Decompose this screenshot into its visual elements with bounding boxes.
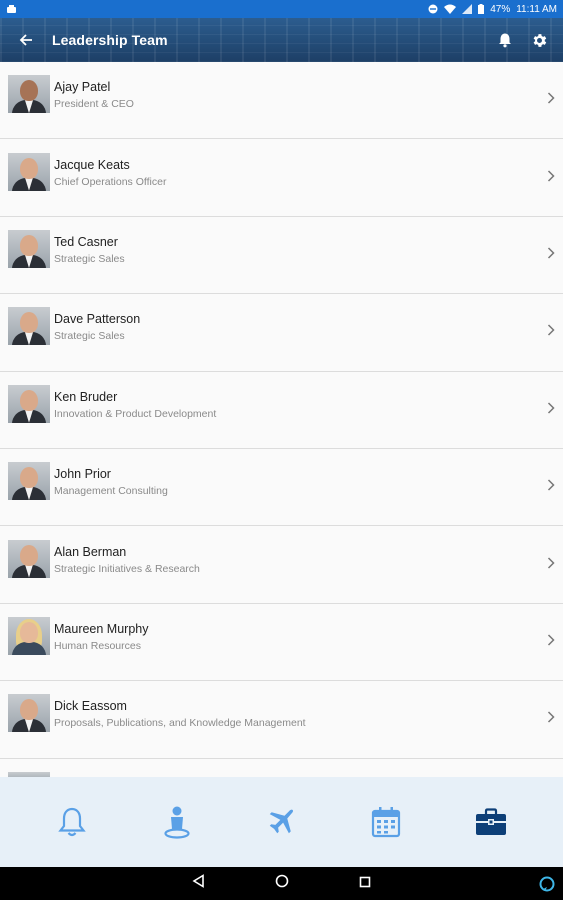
calendar-icon[interactable] (366, 802, 406, 842)
avatar (8, 229, 50, 268)
leader-role: Innovation & Product Development (54, 407, 217, 420)
leader-name: Alan Berman (54, 544, 127, 559)
briefcase-icon[interactable] (471, 802, 511, 842)
leader-name: Dick Eassom (54, 699, 127, 714)
list-item[interactable]: Maureen Murphy Human Resources (0, 603, 563, 682)
status-bar: 47% 11:11 AM (0, 0, 563, 18)
recents-square-icon[interactable] (359, 875, 371, 893)
avatar (8, 616, 50, 655)
bell-icon[interactable] (52, 802, 92, 842)
leader-role: Strategic Sales (54, 252, 125, 265)
leader-role: Management Consulting (54, 485, 168, 498)
leader-role: Strategic Sales (54, 330, 125, 343)
chevron-right-icon (547, 246, 555, 264)
avatar (8, 384, 50, 423)
avatar (8, 75, 50, 114)
leader-name: Dave Patterson (54, 312, 141, 327)
airplane-icon[interactable] (261, 802, 301, 842)
list-item[interactable]: Ajay Patel President & CEO (0, 62, 563, 140)
avatar (8, 694, 50, 733)
chevron-right-icon (547, 710, 555, 728)
leader-name: Ted Casner (54, 234, 118, 249)
page-title: Leadership Team (52, 32, 168, 48)
leader-role: Proposals, Publications, and Knowledge M… (54, 717, 306, 730)
back-arrow-icon[interactable] (0, 18, 52, 62)
list-item[interactable]: Dick Eassom Proposals, Publications, and … (0, 681, 563, 759)
leader-name: Ken Bruder (54, 389, 118, 404)
avatar (8, 462, 50, 501)
leader-role: Strategic Initiatives & Research (54, 562, 200, 575)
chevron-right-icon (547, 91, 555, 109)
avatar (8, 539, 50, 578)
clock: 11:11 AM (516, 3, 557, 15)
system-nav-bar (0, 867, 563, 900)
signal-icon (462, 4, 473, 14)
leader-name: Ajay Patel (54, 80, 111, 95)
app-bar: Leadership Team (0, 18, 563, 62)
home-circle-icon[interactable] (275, 874, 289, 893)
list-item[interactable] (0, 758, 563, 777)
notification-icon (6, 4, 17, 15)
leader-name: Jacque Keats (54, 157, 130, 172)
list-item[interactable]: Ted Casner Strategic Sales (0, 216, 563, 295)
leader-name: Maureen Murphy (54, 621, 149, 636)
list-item[interactable]: Alan Berman Strategic Initiatives & Resea… (0, 526, 563, 604)
chevron-right-icon (547, 169, 555, 187)
chevron-right-icon (547, 401, 555, 419)
list-item[interactable]: John Prior Management Consulting (0, 448, 563, 527)
chevron-right-icon (547, 633, 555, 651)
person-pin-icon[interactable] (157, 802, 197, 842)
battery-percent: 47% (490, 3, 511, 15)
list-item[interactable]: Ken Bruder Innovation & Product Developme… (0, 371, 563, 449)
do-not-disturb-icon (428, 4, 438, 14)
bottom-nav (0, 777, 563, 867)
bell-icon[interactable] (493, 28, 517, 52)
avatar (8, 307, 50, 346)
wifi-icon (444, 4, 457, 14)
leader-role: Human Resources (54, 639, 141, 652)
chevron-right-icon (547, 556, 555, 574)
leader-list: Ajay Patel President & CEO Jacque Keats Ch… (0, 62, 563, 777)
alexa-icon[interactable] (539, 876, 555, 897)
leader-role: Chief Operations Officer (54, 175, 167, 188)
list-item[interactable]: Jacque Keats Chief Operations Officer (0, 139, 563, 217)
chevron-right-icon (547, 323, 555, 341)
battery-icon (478, 4, 485, 14)
gear-icon[interactable] (527, 28, 551, 52)
list-item[interactable]: Dave Patterson Strategic Sales (0, 294, 563, 372)
avatar (8, 152, 50, 191)
chevron-right-icon (547, 478, 555, 496)
leader-name: John Prior (54, 467, 111, 482)
back-triangle-icon[interactable] (192, 874, 205, 893)
leader-role: President & CEO (54, 98, 134, 111)
